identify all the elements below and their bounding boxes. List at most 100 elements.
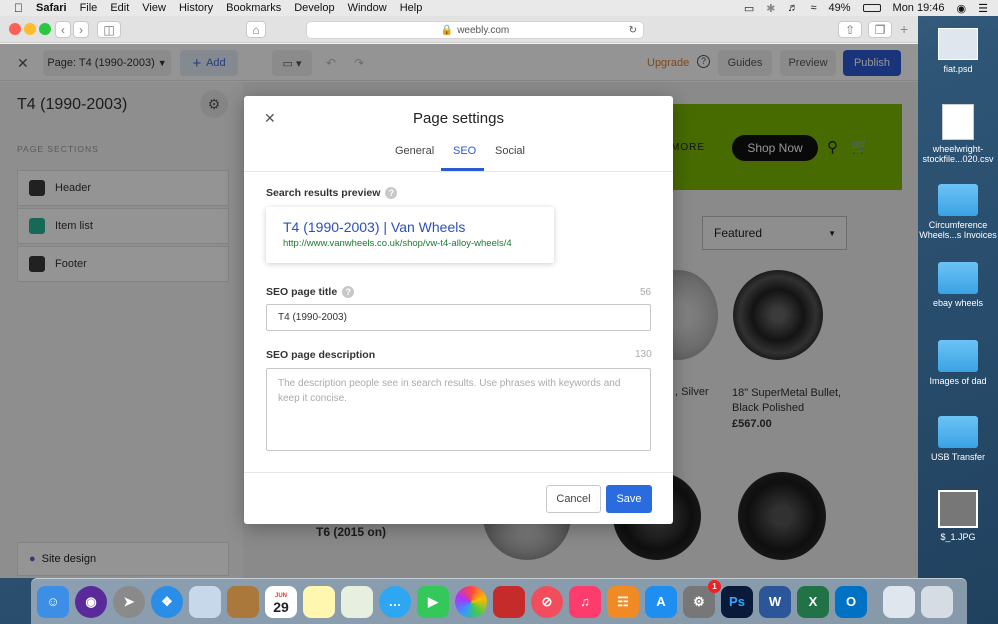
folder-icon xyxy=(938,262,978,294)
finder-icon[interactable]: ☺ xyxy=(37,585,69,618)
battery-percent[interactable]: 49% xyxy=(829,2,851,14)
airplay-icon[interactable]: ▭ xyxy=(744,2,754,15)
desktop-file-label: USB Transfer xyxy=(930,452,986,462)
music-icon[interactable]: ♫ xyxy=(569,585,601,618)
messages-icon[interactable]: … xyxy=(379,585,411,618)
photo-booth-icon[interactable] xyxy=(493,585,525,618)
calendar-day: 29 xyxy=(273,598,289,615)
desktop-file-csv[interactable]: wheelwright-stockfile...020.csv xyxy=(918,104,998,164)
folder-icon xyxy=(938,416,978,448)
reload-icon[interactable]: ↻ xyxy=(629,25,637,36)
apple-menu-icon[interactable]:  xyxy=(14,1,23,15)
books-icon[interactable]: ☶ xyxy=(607,585,639,618)
lock-icon: 🔒 xyxy=(440,24,454,36)
image-thumbnail-icon xyxy=(938,490,978,528)
new-tab-icon[interactable]: + xyxy=(900,21,908,37)
notification-center-icon[interactable]: ☰ xyxy=(978,2,988,15)
page-settings-modal: ✕ Page settings General SEO Social Searc… xyxy=(244,96,673,524)
volume-icon[interactable]: ♬ xyxy=(787,2,798,14)
cancel-button[interactable]: Cancel xyxy=(546,485,601,513)
desktop-file-label: wheelwright-stockfile...020.csv xyxy=(922,144,994,164)
trash-icon[interactable] xyxy=(921,585,953,618)
safari-icon[interactable]: ❖ xyxy=(151,585,183,618)
menu-bookmarks[interactable]: Bookmarks xyxy=(226,2,281,14)
menu-app-name[interactable]: Safari xyxy=(36,2,67,14)
footer-divider xyxy=(244,472,673,473)
desktop-folder-usb-transfer[interactable]: USB Transfer xyxy=(918,416,998,462)
preview-url: http://www.vanwheels.co.uk/shop/vw-t4-al… xyxy=(283,238,512,249)
menu-bar:  Safari File Edit View History Bookmark… xyxy=(0,0,998,16)
tab-general[interactable]: General xyxy=(395,145,434,157)
desktop-file-label: $_1.JPG xyxy=(940,532,976,542)
share-icon[interactable]: ⇧ xyxy=(838,21,862,38)
desktop-file-label: fiat.psd xyxy=(943,64,973,74)
menu-view[interactable]: View xyxy=(142,2,166,14)
wifi-icon[interactable]: ≈ xyxy=(810,2,816,14)
seo-description-label: SEO page description xyxy=(266,349,376,361)
search-preview-card: T4 (1990-2003) | Van Wheels http://www.v… xyxy=(266,207,554,263)
desktop-folder-images-of-dad[interactable]: Images of dad xyxy=(918,340,998,386)
dock: ☺ ◉ ➤ ❖ JUN 29 … ▶ ⊘ ♫ ☶ A ⚙ 1 Ps W X O xyxy=(31,578,967,624)
excel-icon[interactable]: X xyxy=(797,585,829,618)
preview-title: T4 (1990-2003) | Van Wheels xyxy=(283,219,466,235)
tab-divider xyxy=(244,171,673,172)
menu-help[interactable]: Help xyxy=(400,2,423,14)
menu-edit[interactable]: Edit xyxy=(110,2,129,14)
word-icon[interactable]: W xyxy=(759,585,791,618)
app-store-icon[interactable]: A xyxy=(645,585,677,618)
siri-icon[interactable]: ◉ xyxy=(957,2,967,15)
tab-seo[interactable]: SEO xyxy=(453,145,476,157)
clock[interactable]: Mon 19:46 xyxy=(893,2,945,14)
address-text: weebly.com xyxy=(457,24,510,36)
maps-icon[interactable] xyxy=(341,585,373,618)
menu-file[interactable]: File xyxy=(80,2,98,14)
calendar-icon[interactable]: JUN 29 xyxy=(265,585,297,618)
browser-toolbar: ‹ › ◫ ⌂ 🔒 weebly.com ↻ ⇧ ❐ + xyxy=(0,16,918,43)
notification-badge: 1 xyxy=(708,579,721,593)
search-preview-label: Search results preview? xyxy=(266,187,398,200)
help-icon[interactable]: ? xyxy=(342,286,355,299)
tab-social[interactable]: Social xyxy=(495,145,525,157)
desktop-file-fiat[interactable]: fiat.psd xyxy=(918,28,998,74)
facetime-icon[interactable]: ▶ xyxy=(417,585,449,618)
recent-file-icon[interactable] xyxy=(883,585,915,618)
news-icon[interactable]: ⊘ xyxy=(531,585,563,618)
battery-icon xyxy=(862,4,881,12)
seo-description-textarea[interactable]: The description people see in search res… xyxy=(266,368,651,451)
seo-title-input[interactable]: T4 (1990-2003) xyxy=(266,304,651,331)
desktop-folder-circumference[interactable]: Circumference Wheels...s Invoices xyxy=(918,184,998,240)
bluetooth-icon[interactable]: ✱ xyxy=(766,2,775,15)
desktop-file-label: Images of dad xyxy=(929,376,987,386)
launchpad-icon[interactable]: ➤ xyxy=(113,585,145,618)
siri-icon[interactable]: ◉ xyxy=(75,585,107,618)
menu-develop[interactable]: Develop xyxy=(294,2,334,14)
save-button[interactable]: Save xyxy=(606,485,652,513)
tabs-overview-icon[interactable]: ❐ xyxy=(868,21,892,38)
desktop-file-label: ebay wheels xyxy=(932,298,984,308)
sidebar-toggle-icon[interactable]: ◫ xyxy=(97,21,121,38)
folder-icon xyxy=(938,340,978,372)
address-bar[interactable]: 🔒 weebly.com ↻ xyxy=(306,21,644,39)
minimize-window-button[interactable] xyxy=(24,23,36,35)
home-icon[interactable]: ⌂ xyxy=(246,21,266,38)
desktop-file-jpg[interactable]: $_1.JPG xyxy=(918,490,998,542)
folder-icon xyxy=(938,184,978,216)
forward-icon[interactable]: › xyxy=(73,21,89,38)
notes-icon[interactable] xyxy=(303,585,335,618)
zoom-window-button[interactable] xyxy=(39,23,51,35)
seo-description-count: 130 xyxy=(635,349,652,360)
mail-stamp-icon[interactable] xyxy=(189,585,221,618)
back-icon[interactable]: ‹ xyxy=(55,21,71,38)
system-preferences-icon[interactable]: ⚙ 1 xyxy=(683,579,721,618)
contacts-icon[interactable] xyxy=(227,585,259,618)
photoshop-icon[interactable]: Ps xyxy=(721,585,753,618)
seo-title-count: 56 xyxy=(640,287,652,298)
photos-icon[interactable] xyxy=(455,585,487,618)
outlook-icon[interactable]: O xyxy=(835,585,867,618)
help-icon[interactable]: ? xyxy=(385,187,398,200)
desktop-folder-ebay-wheels[interactable]: ebay wheels xyxy=(918,262,998,308)
menu-window[interactable]: Window xyxy=(348,2,387,14)
close-window-button[interactable] xyxy=(9,23,21,35)
menu-history[interactable]: History xyxy=(179,2,213,14)
file-thumbnail-icon xyxy=(938,28,978,60)
